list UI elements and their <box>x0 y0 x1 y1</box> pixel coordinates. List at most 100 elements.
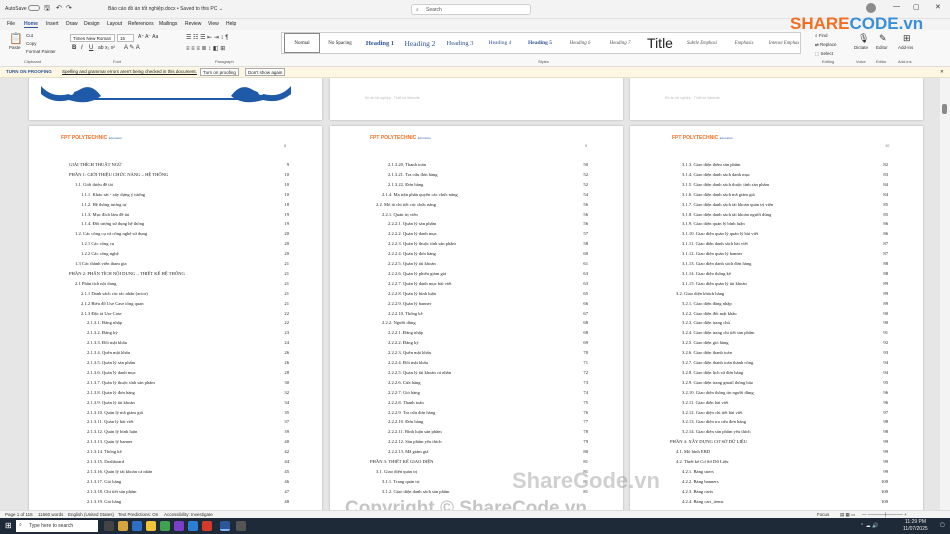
toc-entry[interactable]: 2.2.2.5. Quản lý tài khoản cá nhân 72 <box>388 369 588 378</box>
paste-icon[interactable]: 📋 <box>9 32 23 45</box>
toc-entry[interactable]: 2.2.2.12. Sản phẩm yêu thích 79 <box>388 439 588 447</box>
text-predictions[interactable]: Text Predictions: On <box>118 512 158 517</box>
toc-entry[interactable]: 2.1.3 Đặc tả Use Case 22 <box>81 310 289 319</box>
app-icon[interactable] <box>202 521 212 531</box>
tab-help[interactable]: Help <box>226 21 236 27</box>
toc-entry[interactable]: 2.2.2.13. Mã giảm giá 80 <box>388 449 588 457</box>
toc-entry[interactable]: 3.2.14. Giao diện sản phẩm yêu thích 98 <box>682 429 888 437</box>
toc-entry[interactable]: 2.2.2.10. Đơn hàng 77 <box>388 419 588 427</box>
toc-entry[interactable]: 2.2.2.2. Đăng ký 69 <box>388 340 588 348</box>
vscode-icon[interactable] <box>188 521 198 531</box>
editor-icon[interactable]: ✎ <box>879 33 887 44</box>
toc-entry[interactable]: 4.2.4. Bảng cart_items 100 <box>682 498 888 507</box>
toc-entry[interactable]: 2.1.4. Ma trận phân quyền các chức năng 5… <box>382 191 588 200</box>
editor-button[interactable]: Editor <box>876 45 888 50</box>
style-heading-2[interactable]: Heading 2 <box>400 33 440 53</box>
toc-entry[interactable]: 4.2.1. Bảng users 99 <box>682 468 888 477</box>
redo-icon[interactable]: ↷ <box>66 4 72 12</box>
toc-entry[interactable]: 1.1.1. Khảo sát - xây dựng ý tưởng 10 <box>81 191 289 200</box>
clock-date[interactable]: 11/07/2025 <box>903 526 928 532</box>
style-heading-3[interactable]: Heading 3 <box>440 33 480 53</box>
toc-entry[interactable]: 2.1.3.3. Đổi mật khẩu 24 <box>87 340 289 348</box>
toc-entry[interactable]: 3.1.8. Giao diện danh sách tài khoản ngư… <box>682 211 888 220</box>
accessibility-status[interactable]: Accessibility: Investigate <box>164 512 213 517</box>
toc-entry[interactable]: 2.2.2.7. Quản lý danh mục bài viết 63 <box>388 280 588 289</box>
toc-entry[interactable]: 2.1.3.17. Giỏ hàng 46 <box>87 478 289 487</box>
clock-time[interactable]: 11:29 PM <box>905 519 926 525</box>
tab-review[interactable]: Review <box>185 21 201 27</box>
focus-button[interactable]: Focus <box>817 512 829 517</box>
toc-entry[interactable]: 2.1.3.12. Quản lý bình luận 39 <box>87 429 289 437</box>
chrome-icon[interactable] <box>160 521 170 531</box>
turn-on-proofing-button[interactable]: Turn on proofing <box>200 68 239 76</box>
list-icons[interactable]: ☰ ☷ ☰ ⇤ ⇥ ↕ ¶ <box>186 34 228 41</box>
addins-icon[interactable]: ⊞ <box>903 33 911 44</box>
document-title[interactable]: Báo cáo đồ án tốt nghiệp.docx • Saved to… <box>108 6 223 12</box>
toc-entry[interactable]: 3.1.15. Giao diện quản lý tài khoản 89 <box>682 280 888 289</box>
app-icon[interactable] <box>174 521 184 531</box>
toc-entry[interactable]: 3.2.9. Giao diện trang gmail thông báo 95 <box>682 379 888 388</box>
toc-entry[interactable]: 2.1.1 Danh sách các tác nhân (actor) 21 <box>81 290 289 299</box>
tab-design[interactable]: Design <box>84 21 100 27</box>
toc-entry[interactable]: 3.2.8. Giao diện lịch sử đơn hàng 94 <box>682 369 888 378</box>
windows-start-icon[interactable]: ⊞ <box>5 521 12 530</box>
dictate-button[interactable]: Dictate <box>854 45 868 50</box>
toc-entry[interactable]: 3.2.3. Giao diện trang chủ 90 <box>682 320 888 328</box>
language[interactable]: English (United States) <box>68 512 114 517</box>
toc-entry[interactable]: 2.2.2.7. Giỏ hàng 74 <box>388 389 588 398</box>
toc-entry[interactable]: 2.1 Phân tích nội dung 21 <box>75 280 289 289</box>
font-name-select[interactable]: Times New Roman <box>70 34 115 42</box>
toc-entry[interactable]: 3.2.11. Giao diện bài viết 96 <box>682 399 888 408</box>
microphone-icon[interactable]: 🎙 <box>858 33 869 44</box>
toc-entry[interactable]: 3.1.12. Giao diện quản lý banner 87 <box>682 251 888 259</box>
tab-file[interactable]: File <box>7 21 15 27</box>
toc-entry[interactable]: 3.2.1. Giao diện đăng nhập 89 <box>682 300 888 309</box>
bold-icon[interactable]: B <box>72 45 76 51</box>
toc-entry[interactable]: 2.1.3.6. Quản lý danh mục 28 <box>87 369 289 378</box>
dont-show-again-button[interactable]: Don't show again <box>245 68 286 76</box>
toc-entry[interactable]: 2.1.3.14. Thống kê 42 <box>87 449 289 457</box>
align-icons[interactable]: ≡ ≡ ≡ ≣ ↕ ◧ ⊞ <box>186 45 225 52</box>
avatar[interactable] <box>866 3 876 13</box>
style-intense-emphas[interactable]: Intense Emphas <box>764 33 804 53</box>
toc-entry[interactable]: 1.1.2. Hệ thống tương tự 18 <box>81 201 289 210</box>
zoom-slider[interactable]: — ─────┼───── + <box>862 512 907 517</box>
toc-entry[interactable]: 2.2.2.10. Thống kê 67 <box>388 310 588 319</box>
toc-entry[interactable]: 2.2.2.8. Quản lý bình luận 65 <box>388 290 588 299</box>
tab-mailings[interactable]: Mailings <box>159 21 177 27</box>
style-heading-7[interactable]: Heading 7 <box>600 33 640 53</box>
font-size-select[interactable]: 16 <box>117 34 134 42</box>
toc-entry[interactable]: 2.2.2.3. Quên mật khẩu 70 <box>388 350 588 358</box>
toc-entry[interactable]: 2.2.2.6. Quản lý phiếu giảm giá 63 <box>388 270 588 279</box>
toc-entry[interactable]: 1.2.1 Các công cụ 20 <box>81 241 289 249</box>
file-explorer-icon[interactable] <box>146 521 156 531</box>
document-canvas[interactable]: Đồ án tốt nghiệp - Thiết kế Website Đồ á… <box>0 78 940 510</box>
toc-entry[interactable]: 2.1.3.15. Dashboard 44 <box>87 459 289 467</box>
undo-icon[interactable]: ↶ <box>56 4 62 12</box>
toc-entry[interactable]: 2.1.3.20. Thanh toán 50 <box>388 162 588 170</box>
word-count[interactable]: 11660 words <box>38 512 63 517</box>
toc-entry[interactable]: 2.2.2.1. Quản lý sản phẩm 56 <box>388 221 588 229</box>
toc-entry[interactable]: GIẢI THÍCH THUẬT NGỮ 9 <box>69 162 289 170</box>
tab-view[interactable]: View <box>208 21 219 27</box>
toc-entry[interactable]: 3.2.12. Giao diện chi tiết bài viết 97 <box>682 409 888 418</box>
toc-entry[interactable]: 2.2.2.4. Quản lý đơn hàng 60 <box>388 251 588 259</box>
toc-entry[interactable]: 1.1.4. Đối tượng sử dụng hệ thống 19 <box>81 221 289 229</box>
toc-entry[interactable]: PHẦN 4: XÂY DỰNG CƠ SỞ DỮ LIỆU 99 <box>670 439 888 447</box>
toc-entry[interactable]: 3.1.14. Giao diện thống kê 88 <box>682 270 888 279</box>
toc-entry[interactable]: 1.2.2 Các công nghệ 20 <box>81 251 289 259</box>
toc-entry[interactable]: 2.1.3.2. Đăng ký 23 <box>87 330 289 338</box>
toc-entry[interactable]: 4.2.2. Bảng banners 100 <box>682 478 888 487</box>
style-emphasis[interactable]: Emphasis <box>724 33 764 53</box>
toc-entry[interactable]: 3.2.10. Giao diện thông tin người dùng 96 <box>682 389 888 398</box>
close-icon[interactable]: ✕ <box>935 3 941 11</box>
font-effects-icons[interactable]: ab x₂ x² <box>98 45 115 51</box>
toc-entry[interactable]: 2.2.2.6. Cửa hàng 73 <box>388 379 588 388</box>
toc-entry[interactable]: 2.1.3.22. Đơn hàng 52 <box>388 181 588 190</box>
toc-entry[interactable]: 3.2. Giao diện khách hàng 89 <box>676 290 888 299</box>
style-normal[interactable]: Normal <box>284 33 320 53</box>
style-heading-5[interactable]: Heading 5 <box>520 33 560 53</box>
toc-entry[interactable]: 2.1.3.19. Giỏ hàng 48 <box>87 498 289 507</box>
toc-entry[interactable]: 2.2.2.3. Quản lý thuộc tính sản phẩm 58 <box>388 241 588 249</box>
app-icon[interactable] <box>236 521 246 531</box>
